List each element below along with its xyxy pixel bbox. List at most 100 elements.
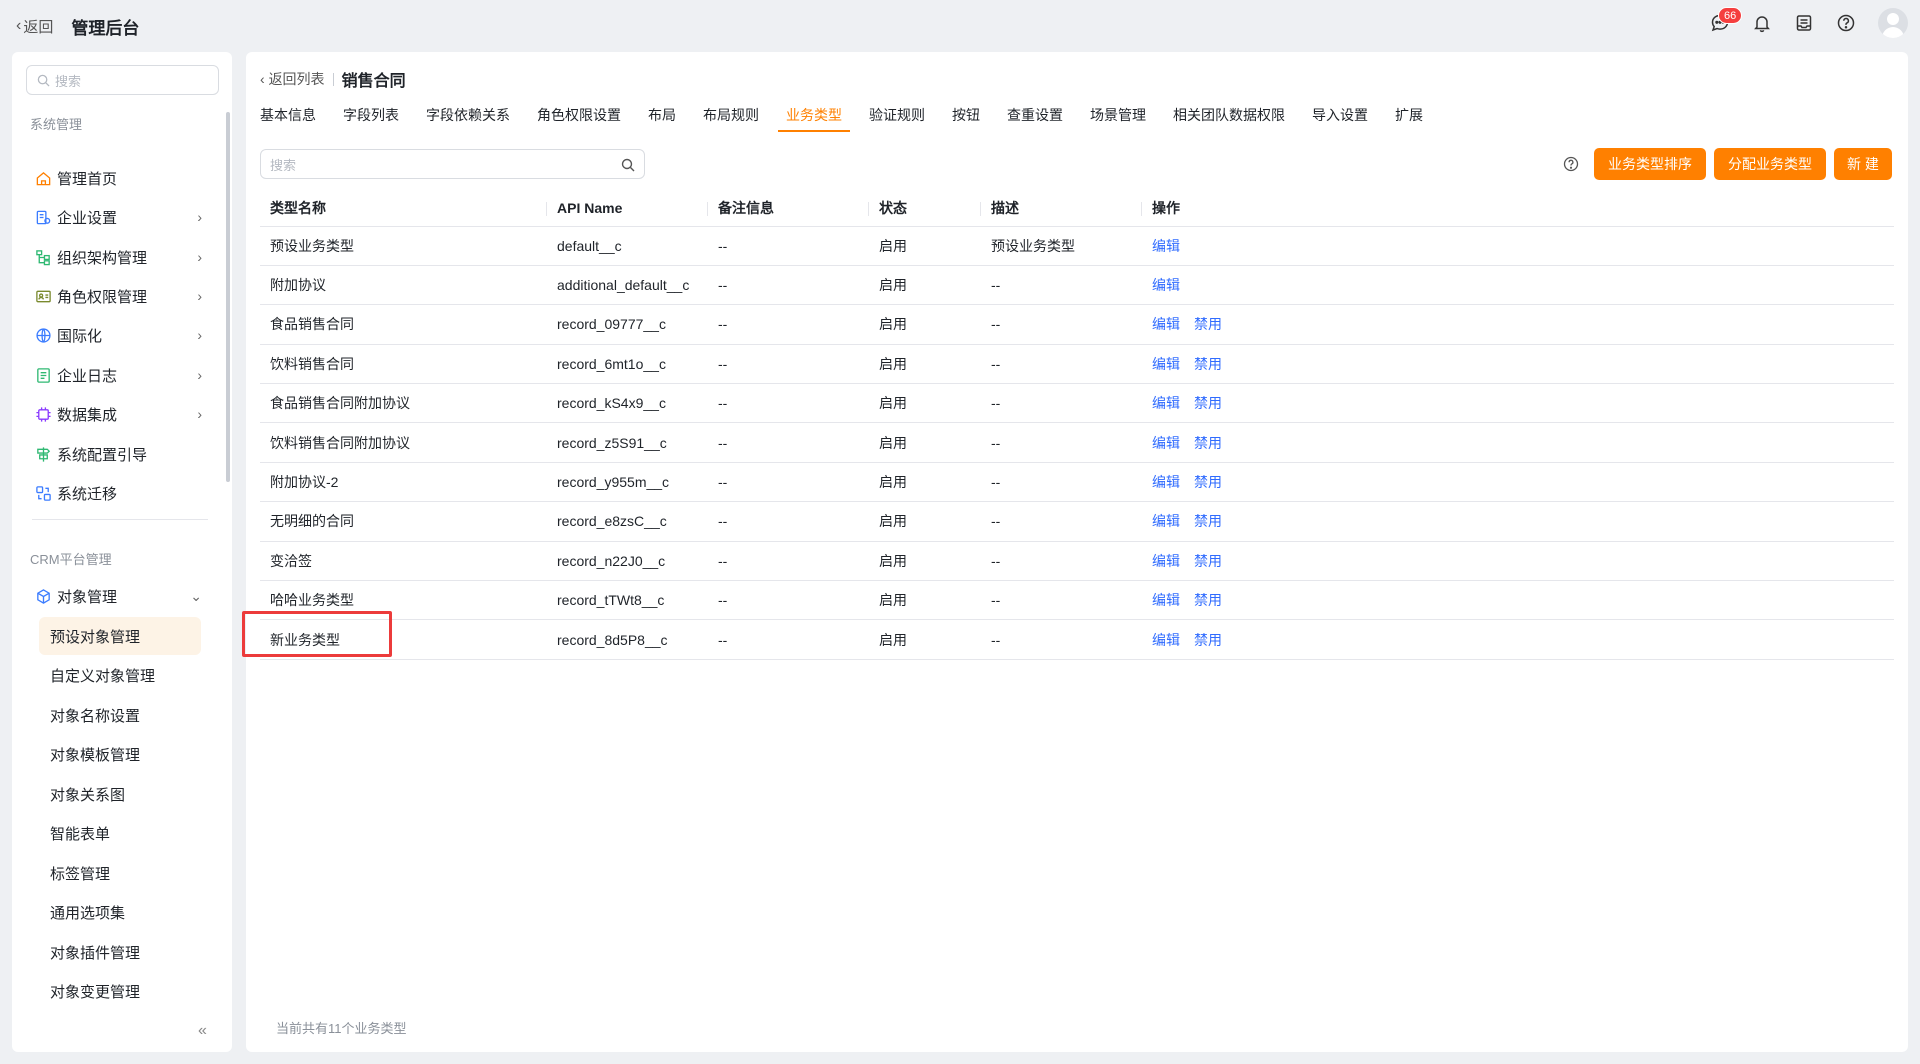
actions-cell: 编辑 [1142, 265, 1894, 306]
edit-link[interactable]: 编辑 [1152, 316, 1180, 332]
sidebar-item-company-log[interactable]: 企业日志 › [20, 358, 216, 392]
tab-business-types[interactable]: 业务类型 [778, 102, 850, 140]
edit-link[interactable]: 编辑 [1152, 513, 1180, 529]
sidebar-item-role-permission[interactable]: 角色权限管理 › [20, 279, 216, 313]
sidebar-scrollbar[interactable] [226, 112, 230, 482]
sidebar-sub-custom-objects[interactable]: 自定义对象管理 [39, 656, 201, 694]
disable-link[interactable]: 禁用 [1194, 395, 1222, 411]
disable-link[interactable]: 禁用 [1194, 316, 1222, 332]
notifications-button[interactable] [1748, 9, 1776, 37]
sort-business-types-button[interactable]: 业务类型排序 [1594, 148, 1706, 180]
tab-role-permission[interactable]: 角色权限设置 [537, 102, 621, 140]
sidebar-item-object-management[interactable]: 对象管理 ⌄ [20, 579, 216, 613]
sidebar-item-company-settings[interactable]: 企业设置 › [20, 200, 216, 234]
disable-link[interactable]: 禁用 [1194, 435, 1222, 451]
status-cell: 启用 [869, 344, 981, 385]
tab-field-list[interactable]: 字段列表 [343, 102, 399, 140]
sidebar-item-migration[interactable]: 系统迁移 [20, 476, 216, 510]
chevron-right-icon: › [197, 249, 202, 265]
status-cell: 启用 [869, 226, 981, 266]
assign-business-types-button[interactable]: 分配业务类型 [1714, 148, 1826, 180]
tab-layout[interactable]: 布局 [648, 102, 676, 140]
remark-cell: -- [708, 541, 869, 582]
sidebar-item-config-guide[interactable]: 系统配置引导 [20, 437, 216, 471]
back-to-list-button[interactable]: ‹ 返回列表 [260, 69, 325, 89]
back-button[interactable]: ‹ 返回 [16, 16, 53, 37]
disable-link[interactable]: 禁用 [1194, 356, 1222, 372]
api-name-cell: record_09777__c [547, 304, 708, 345]
messages-button[interactable]: 66 [1706, 7, 1743, 37]
tab-buttons[interactable]: 按钮 [952, 102, 980, 140]
edit-link[interactable]: 编辑 [1152, 474, 1180, 490]
edit-link[interactable]: 编辑 [1152, 435, 1180, 451]
sidebar-sub-object-changes[interactable]: 对象变更管理 [39, 972, 201, 1010]
user-avatar[interactable] [1878, 8, 1908, 38]
tab-basic-info[interactable]: 基本信息 [260, 102, 316, 140]
home-icon [34, 169, 52, 187]
sidebar-search-input[interactable]: 搜索 [26, 65, 219, 95]
api-name-cell: record_n22J0__c [547, 541, 708, 582]
type-search-input[interactable]: 搜索 [260, 149, 645, 179]
sidebar-item-org-structure[interactable]: 组织架构管理 › [20, 240, 216, 274]
help-button[interactable] [1832, 9, 1860, 37]
tab-import-settings[interactable]: 导入设置 [1312, 102, 1368, 140]
sidebar-sub-smart-forms[interactable]: 智能表单 [39, 814, 201, 852]
disable-link[interactable]: 禁用 [1194, 632, 1222, 648]
disable-link[interactable]: 禁用 [1194, 513, 1222, 529]
tasks-button[interactable] [1790, 9, 1818, 37]
sidebar-sub-object-relations[interactable]: 对象关系图 [39, 775, 201, 813]
edit-link[interactable]: 编辑 [1152, 632, 1180, 648]
remark-cell: -- [708, 619, 869, 660]
column-header: 操作 [1142, 190, 1894, 227]
app-title: 管理后台 [71, 18, 140, 38]
chevron-right-icon: › [197, 327, 202, 343]
description-cell: -- [981, 422, 1142, 463]
tab-extensions[interactable]: 扩展 [1395, 102, 1423, 140]
bell-icon [1754, 16, 1770, 33]
tab-validation-rules[interactable]: 验证规则 [869, 102, 925, 140]
object-management-icon [34, 587, 52, 605]
sidebar-sub-object-templates[interactable]: 对象模板管理 [39, 735, 201, 773]
tab-scenes[interactable]: 场景管理 [1090, 102, 1146, 140]
sidebar-sub-preset-objects[interactable]: 预设对象管理 [39, 617, 201, 655]
tab-team-data-permission[interactable]: 相关团队数据权限 [1173, 102, 1285, 140]
tab-duplicate-check[interactable]: 查重设置 [1007, 102, 1063, 140]
edit-link[interactable]: 编辑 [1152, 238, 1180, 254]
column-header-label: 状态 [879, 199, 907, 216]
remark-cell: -- [708, 383, 869, 424]
type-search-placeholder: 搜索 [270, 157, 297, 173]
table-row: 饮料销售合同 record_6mt1o__c -- 启用 -- 编辑 禁用 [260, 344, 1894, 385]
sidebar-item-i18n[interactable]: 国际化 › [20, 318, 216, 352]
question-circle-icon[interactable] [1562, 155, 1580, 173]
new-button[interactable]: 新 建 [1834, 148, 1892, 180]
collapse-sidebar-icon[interactable]: « [198, 1022, 207, 1040]
table-row: 预设业务类型 default__c -- 启用 预设业务类型 编辑 [260, 226, 1894, 266]
sidebar-sub-object-name-settings[interactable]: 对象名称设置 [39, 696, 201, 734]
tab-layout-rules[interactable]: 布局规则 [703, 102, 759, 140]
edit-link[interactable]: 编辑 [1152, 395, 1180, 411]
disable-link[interactable]: 禁用 [1194, 553, 1222, 569]
message-count-badge: 66 [1718, 7, 1743, 24]
remark-cell: -- [708, 422, 869, 463]
disable-link[interactable]: 禁用 [1194, 474, 1222, 490]
search-icon[interactable] [621, 158, 635, 172]
tab-field-dependency[interactable]: 字段依赖关系 [426, 102, 510, 140]
chevron-right-icon: › [197, 288, 202, 304]
edit-link[interactable]: 编辑 [1152, 277, 1180, 293]
type-name-cell: 食品销售合同附加协议 [260, 383, 547, 424]
avatar-head [1887, 13, 1899, 25]
actions-cell: 编辑 禁用 [1142, 422, 1894, 463]
actions-cell: 编辑 禁用 [1142, 580, 1894, 621]
remark-cell: -- [708, 344, 869, 385]
remark-cell: -- [708, 304, 869, 345]
edit-link[interactable]: 编辑 [1152, 553, 1180, 569]
disable-link[interactable]: 禁用 [1194, 592, 1222, 608]
sidebar-sub-tag-management[interactable]: 标签管理 [39, 854, 201, 892]
sidebar-sub-object-plugins[interactable]: 对象插件管理 [39, 933, 201, 971]
edit-link[interactable]: 编辑 [1152, 592, 1180, 608]
sidebar-sub-option-sets[interactable]: 通用选项集 [39, 893, 201, 931]
sidebar-item-home[interactable]: 管理首页 [20, 161, 216, 195]
sidebar-item-data-integration[interactable]: 数据集成 › [20, 397, 216, 431]
column-header: API Name [547, 190, 708, 227]
edit-link[interactable]: 编辑 [1152, 356, 1180, 372]
